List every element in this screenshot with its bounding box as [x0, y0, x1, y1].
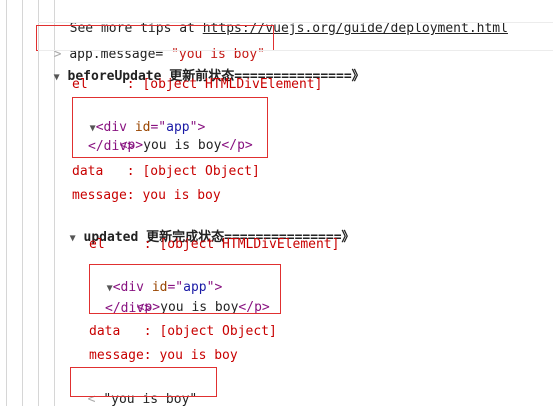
- gutter-line: [22, 0, 23, 406]
- highlight-box-result: [70, 367, 217, 397]
- gutter-line: [6, 0, 7, 406]
- before-update-message: message: you is boy: [72, 188, 221, 203]
- highlight-box-before-div: [72, 97, 268, 158]
- before-update-el: el : [object HTMLDivElement]: [72, 77, 323, 92]
- updated-header[interactable]: ▼ updated 更新完成状态===============》: [54, 211, 355, 245]
- collapse-triangle-icon[interactable]: ▼: [54, 72, 60, 83]
- before-update-data: data : [object Object]: [72, 164, 260, 179]
- updated-message: message: you is boy: [89, 348, 238, 363]
- tips-line: See more tips at https://vuejs.org/guide…: [54, 2, 508, 36]
- highlight-box-command: [36, 25, 274, 51]
- highlight-box-updated-div: [89, 264, 281, 314]
- divider: [38, 22, 553, 23]
- before-update-header[interactable]: ▼ beforeUpdate 更新前状态===============》: [38, 50, 365, 84]
- collapse-triangle-icon[interactable]: ▼: [70, 233, 76, 244]
- updated-el: el : [object HTMLDivElement]: [89, 237, 340, 252]
- updated-data: data : [object Object]: [89, 324, 277, 339]
